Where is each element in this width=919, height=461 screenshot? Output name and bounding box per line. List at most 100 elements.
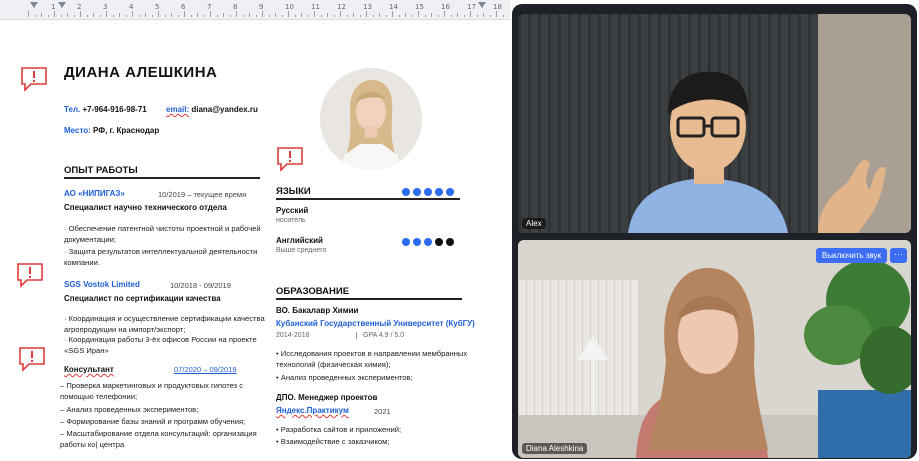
ruler-tick — [333, 15, 335, 17]
dpo-bullet: • Взаимодействие с заказчиком; — [276, 437, 390, 446]
ruler-tick — [444, 11, 445, 17]
ruler-tick — [132, 11, 133, 17]
comment-icon[interactable] — [16, 262, 44, 288]
ruler-number: 7 — [207, 3, 212, 11]
ruler-tick — [346, 15, 348, 17]
email-value[interactable]: diana@yandex.ru — [189, 105, 258, 114]
ruler-number: 8 — [233, 3, 238, 11]
place-label: Место: — [64, 126, 91, 135]
education-gpa: GPA 4.9 / 5.0 — [356, 332, 404, 339]
phone-line: Тел. +7-964-916-98-71 — [64, 105, 147, 114]
ruler-tick — [327, 13, 328, 17]
ruler-tick — [145, 13, 146, 17]
ruler-tick — [301, 13, 302, 17]
ruler-tick — [28, 11, 29, 17]
ruler-tick — [489, 15, 491, 17]
ruler-tick — [320, 15, 322, 17]
ruler-indent-marker[interactable] — [30, 2, 38, 8]
ruler-tick — [307, 15, 309, 17]
video-feed — [518, 240, 911, 458]
ruler-number: 5 — [155, 3, 160, 11]
dpo-school: Яндекс.Практикум — [276, 406, 349, 415]
language-level-dots — [402, 238, 454, 246]
job-bullet: · Координация работы 3-ёх офисов России … — [64, 335, 257, 355]
ruler-tick — [483, 13, 484, 17]
job-role: Консультант — [64, 365, 114, 374]
job-bullet: – Формирование базы знаний и программ об… — [60, 417, 246, 426]
dpo-title: ДПО. Менеджер проектов — [276, 393, 378, 402]
ruler-number: 11 — [311, 3, 320, 11]
ruler-number: 14 — [389, 3, 398, 11]
education-bullet: • Анализ проведенных экспериментов; — [276, 373, 413, 382]
job-bullet: · Защита результатов интеллектуальной де… — [64, 247, 258, 267]
resume-document: 1 2 3 4 5 6 7 8 9 10 11 12 13 14 15 16 17 18 ДИАНА АЛЕШКИ… — [0, 0, 510, 461]
ruler-tick — [184, 11, 185, 17]
ruler-number: 3 — [103, 3, 108, 11]
participant-name-tag: Alex — [522, 218, 546, 229]
ruler-number: 15 — [415, 3, 424, 11]
ruler-tick — [229, 15, 231, 17]
ruler-number: 1 — [51, 3, 56, 11]
ruler-tick — [119, 13, 120, 17]
ruler-tick — [47, 15, 49, 17]
ruler-tick — [359, 15, 361, 17]
language-name: Русский — [276, 206, 309, 215]
participant-name-tag: Diana Aleshkina — [522, 443, 588, 454]
ruler-tick — [288, 11, 289, 17]
ruler-number: 18 — [493, 3, 502, 11]
education-bullet: • Исследования проектов в направлении ме… — [276, 349, 468, 369]
ruler-tick — [411, 15, 413, 17]
section-title-experience: ОПЫТ РАБОТЫ — [64, 165, 138, 176]
section-divider — [64, 177, 260, 179]
ruler-tick — [138, 15, 140, 17]
ruler-number: 16 — [441, 3, 450, 11]
ruler-tick — [379, 13, 380, 17]
job-role: Специалист по сертификации качества — [64, 294, 221, 303]
ruler-tick — [106, 11, 107, 17]
ruler-number: 17 — [467, 3, 476, 11]
place-value: РФ, г. Краснодар — [90, 126, 160, 135]
education-years: 2014-2018 — [276, 332, 310, 339]
ruler-indent-marker[interactable] — [478, 2, 486, 8]
video-tile-alex[interactable]: Alex — [518, 14, 911, 233]
ruler-tick — [385, 15, 387, 17]
video-tile-diana[interactable]: Diana Aleshkina Выключить звук ··· — [518, 240, 911, 458]
place-line: Место: РФ, г. Краснодар — [64, 126, 159, 135]
ruler-number: 2 — [77, 3, 82, 11]
section-divider — [276, 198, 460, 200]
ruler-tick — [158, 11, 159, 17]
section-divider — [276, 298, 462, 300]
more-options-icon[interactable]: ··· — [890, 248, 907, 263]
video-call-frame: Alex Diana Aleshkina Выключить звук ··· — [512, 4, 917, 459]
language-level: носитель — [276, 217, 306, 224]
ruler-tick — [210, 11, 211, 17]
ruler-number: 13 — [363, 3, 372, 11]
ruler-tick — [255, 15, 257, 17]
ruler-tick — [34, 15, 36, 17]
email-label: email: — [166, 105, 190, 114]
ruler-tick — [73, 15, 75, 17]
candidate-name: ДИАНА АЛЕШКИНА — [64, 64, 218, 81]
ruler-tick — [99, 15, 101, 17]
ruler-tick — [164, 15, 166, 17]
ruler-indent-marker[interactable] — [58, 2, 66, 8]
language-level-dots — [402, 188, 454, 196]
avatar — [320, 68, 422, 170]
ruler-tick — [125, 15, 127, 17]
comment-icon[interactable] — [276, 146, 304, 172]
ruler-tick — [353, 13, 354, 17]
ruler-tick — [86, 15, 88, 17]
email-line: email: diana@yandex.ru — [166, 105, 258, 114]
ruler-tick — [281, 15, 283, 17]
ruler-tick — [262, 11, 263, 17]
ruler-tick — [463, 15, 465, 17]
job-bullet: · Обеспечение патентной чистоты проектно… — [64, 224, 261, 244]
comment-icon[interactable] — [18, 346, 46, 372]
ruler-tick — [340, 11, 341, 17]
mute-button[interactable]: Выключить звук — [815, 248, 887, 263]
dpo-bullet: • Разработка сайтов и приложений; — [276, 425, 402, 434]
dpo-year: 2021 — [374, 407, 391, 416]
comment-icon[interactable] — [20, 66, 48, 92]
ruler[interactable]: 1 2 3 4 5 6 7 8 9 10 11 12 13 14 15 16 17 18 — [0, 0, 510, 20]
language-name: Английский — [276, 236, 323, 245]
